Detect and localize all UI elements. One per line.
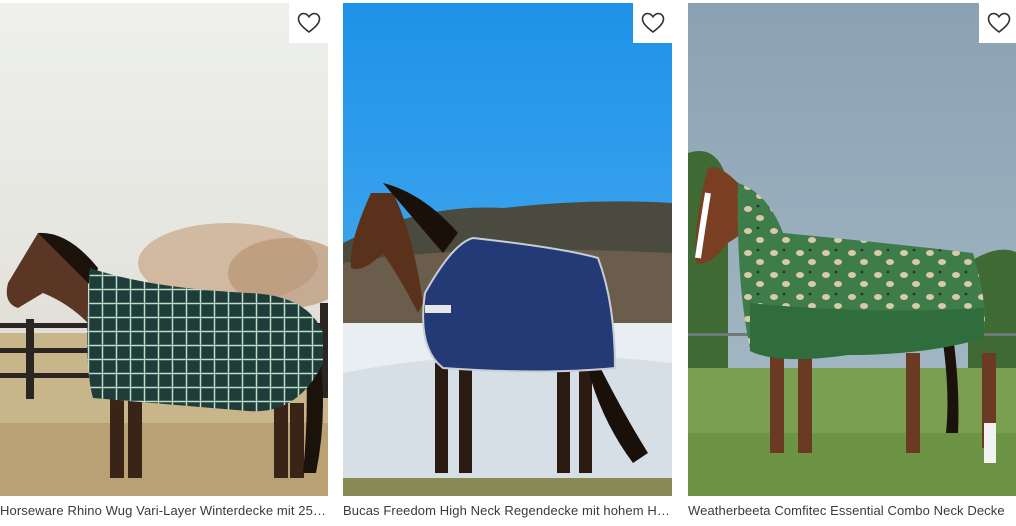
heart-outline-icon [641, 12, 664, 34]
wishlist-button[interactable] [289, 3, 328, 43]
horse-green-pattern-rug-photo [688, 3, 1016, 496]
wishlist-button[interactable] [979, 3, 1016, 43]
wishlist-button[interactable] [633, 3, 672, 43]
heart-outline-icon [297, 12, 320, 34]
heart-outline-icon [987, 12, 1010, 34]
horse-plaid-blanket-photo [0, 3, 328, 496]
product-title[interactable]: Horseware Rhino Wug Vari-Layer Winterdec… [0, 503, 326, 518]
product-image[interactable] [688, 3, 1016, 496]
product-card[interactable]: Weatherbeeta Comfitec Essential Combo Ne… [688, 0, 1016, 526]
horse-navy-rug-photo [343, 3, 672, 496]
product-card[interactable]: Horseware Rhino Wug Vari-Layer Winterdec… [0, 0, 328, 526]
product-image[interactable] [0, 3, 328, 496]
product-grid: Horseware Rhino Wug Vari-Layer Winterdec… [0, 0, 1016, 526]
product-title[interactable]: Weatherbeeta Comfitec Essential Combo Ne… [688, 503, 1016, 518]
product-card[interactable]: Bucas Freedom High Neck Regendecke mit h… [343, 0, 672, 526]
product-image[interactable] [343, 3, 672, 496]
product-title[interactable]: Bucas Freedom High Neck Regendecke mit h… [343, 503, 672, 518]
